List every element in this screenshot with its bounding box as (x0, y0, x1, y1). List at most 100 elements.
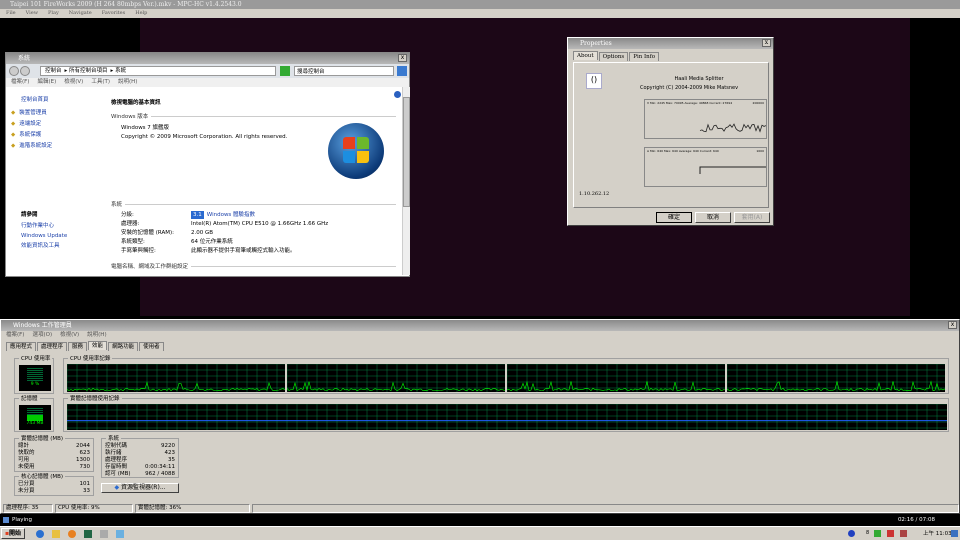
help-icon[interactable] (394, 91, 401, 98)
sidebar-item-1[interactable]: ◆ 遠端設定 (11, 119, 67, 130)
close-button[interactable]: x (948, 321, 957, 329)
system-info-row: 處理器: Intel(R) Atom(TM) CPU E510 @ 1.66GHz… (121, 221, 329, 227)
stat-row: 已分頁 101 (18, 481, 90, 487)
bitrate-line (699, 123, 767, 133)
tab-5[interactable]: 使用者 (139, 342, 164, 351)
system-title-bar: 系統 x (6, 53, 409, 64)
memory-meter: 743 MB (19, 405, 51, 430)
experience-index-link[interactable]: 3.1 Windows 體驗指數 (191, 211, 255, 220)
breadcrumb-item-0[interactable]: 控制台 (45, 68, 62, 74)
stat-row: 快取的 623 (18, 450, 90, 456)
show-desktop-button[interactable] (951, 530, 958, 537)
cpu-usage-group: CPU 使用率 9 % (14, 354, 54, 394)
start-button[interactable]: ▪開始 (1, 528, 25, 539)
see-also-link-2[interactable]: 效能資訊及工具 (21, 241, 67, 251)
tab-about[interactable]: About (573, 51, 598, 60)
player-title: Taipei 101 FireWorks 2009 (H 264 80mbps … (10, 1, 242, 8)
player-menu-1[interactable]: View (26, 10, 38, 16)
taskmgr-menu-0[interactable]: 檔案(F) (6, 332, 24, 338)
taskmgr-menu-1[interactable]: 選項(O) (32, 332, 52, 338)
tab-0[interactable]: 應用程式 (6, 342, 37, 351)
taskmgr-menu-3[interactable]: 說明(H) (87, 332, 106, 338)
system-info-value: 此顯示器不提供手寫筆或觸控式輸入功能。 (191, 248, 296, 254)
tab-1[interactable]: 處理程序 (37, 342, 68, 351)
stat-row: 執行緒 423 (105, 450, 175, 456)
playback-time: 02:16 / 07:08 (897, 517, 935, 523)
player-menu-3[interactable]: Navigate (69, 10, 92, 16)
back-button[interactable] (9, 66, 19, 76)
sidebar-item-2[interactable]: ◆ 系統保護 (11, 130, 67, 141)
forward-button[interactable] (20, 66, 30, 76)
breadcrumb-item-2[interactable]: 系統 (115, 68, 126, 74)
scrollbar[interactable] (402, 87, 410, 275)
see-also-link-1[interactable]: Windows Update (21, 231, 67, 241)
player-menu-5[interactable]: Help (135, 10, 147, 16)
action-center-tray-icon[interactable] (887, 530, 894, 537)
player-menu-0[interactable]: File (6, 10, 16, 16)
search-icon[interactable] (397, 66, 407, 76)
tab-3[interactable]: 效能 (88, 341, 108, 350)
tab-pin-info[interactable]: Pin Info (629, 52, 660, 61)
product-name: Haali Media Splitter (674, 76, 724, 82)
tab-2[interactable]: 服務 (68, 342, 88, 351)
system-menu-3[interactable]: 工具(T) (91, 79, 110, 85)
clock: 上午 11:03 (923, 531, 952, 537)
kernel-memory-group: 核心記憶體 (MB) 已分頁 101 未分頁 33 (14, 472, 94, 496)
cancel-button[interactable]: 取消 (695, 212, 731, 223)
memory-history-graph (67, 404, 947, 430)
system-group: 系統 控制代碼 9220 執行緒 423 處理程序 35 存留時間 0:00:34:11 認可 (… (101, 434, 179, 478)
see-also-link-0[interactable]: 行動作業中心 (21, 221, 67, 231)
player-title-bar: Taipei 101 FireWorks 2009 (H 264 80mbps … (0, 0, 960, 9)
breadcrumb-item-1[interactable]: 所有控制台項目 (69, 68, 108, 74)
address-bar: 控制台 ▸ 所有控制台項目 ▸ 系統 (6, 64, 409, 78)
network-tray-icon[interactable] (874, 530, 881, 537)
resource-monitor-button[interactable]: ◆ 資源監視器(R)... (101, 483, 179, 493)
taskmgr-taskbar-icon[interactable] (84, 530, 92, 538)
section-computer: 電腦名稱、網域及工作群組設定 (111, 264, 189, 270)
close-button[interactable]: x (762, 39, 771, 47)
about-panel: () Haali Media Splitter Copyright (C) 20… (573, 62, 769, 208)
system-info-row: 系統類型: 64 位元作業系統 (121, 239, 233, 245)
playback-status: Playing (12, 517, 32, 523)
ok-button[interactable]: 確定 (656, 212, 692, 223)
page-title: 檢視電腦的基本資訊 (111, 100, 161, 106)
sidebar-home-link[interactable]: 控制台首頁 (11, 95, 67, 106)
windows-logo (328, 123, 384, 179)
system-info-value: 64 位元作業系統 (191, 239, 233, 245)
tab-4[interactable]: 網路功能 (108, 342, 139, 351)
media-player-icon[interactable] (68, 530, 76, 538)
taskmgr-menu-2[interactable]: 檢視(V) (60, 332, 79, 338)
properties-dialog: Properties x About Options Pin Info () Haal… (567, 37, 774, 226)
player-menu-4[interactable]: Favorites (102, 10, 125, 16)
ie-icon[interactable] (36, 530, 44, 538)
sidebar-item-3[interactable]: ◆ 進階系統設定 (11, 141, 67, 152)
stat-row: 存留時間 0:00:34:11 (105, 464, 175, 470)
system-taskbar-icon[interactable] (116, 530, 124, 538)
tray-number: 8 (866, 530, 870, 536)
system-menu-2[interactable]: 檢視(V) (64, 79, 83, 85)
taskbar: ▪開始 8 上午 11:03 (0, 526, 960, 540)
taskmgr-status-bar: 處理程序: 35 CPU 使用率: 9% 實體記憶體: 36% (3, 504, 959, 513)
taskmgr-menu-bar: 檔案(F) 選項(O) 檢視(V) 說明(H) (1, 331, 959, 340)
status-2: 實體記憶體: 36% (135, 504, 250, 513)
video-bitrate-graph: V Min: 2245 Max: 70095 Average: 40868 Cu… (644, 99, 767, 139)
help-tray-icon[interactable] (848, 530, 855, 537)
sidebar-item-0[interactable]: ◆ 裝置管理員 (11, 108, 67, 119)
breadcrumb[interactable]: 控制台 ▸ 所有控制台項目 ▸ 系統 (40, 66, 276, 76)
tab-options[interactable]: Options (598, 52, 629, 61)
cpu-core-graph-2 (507, 364, 725, 392)
taskmgr-title-bar: Windows 工作管理員 x (1, 320, 959, 331)
mpc-taskbar-icon[interactable] (100, 530, 108, 538)
player-menu-2[interactable]: Play (48, 10, 59, 16)
search-input[interactable] (294, 66, 394, 76)
section-system: 系統 (111, 202, 123, 208)
explorer-icon[interactable] (52, 530, 60, 538)
close-button[interactable]: x (398, 54, 407, 62)
system-menu-1[interactable]: 編輯(E) (37, 79, 56, 85)
power-tray-icon[interactable] (900, 530, 907, 537)
refresh-icon[interactable] (280, 66, 290, 76)
system-info-row: 安裝的記憶體 (RAM): 2.00 GB (121, 230, 214, 236)
system-menu-0[interactable]: 檔案(F) (11, 79, 29, 85)
apply-button[interactable]: 套用(A) (734, 212, 770, 223)
system-menu-4[interactable]: 說明(H) (118, 79, 137, 85)
